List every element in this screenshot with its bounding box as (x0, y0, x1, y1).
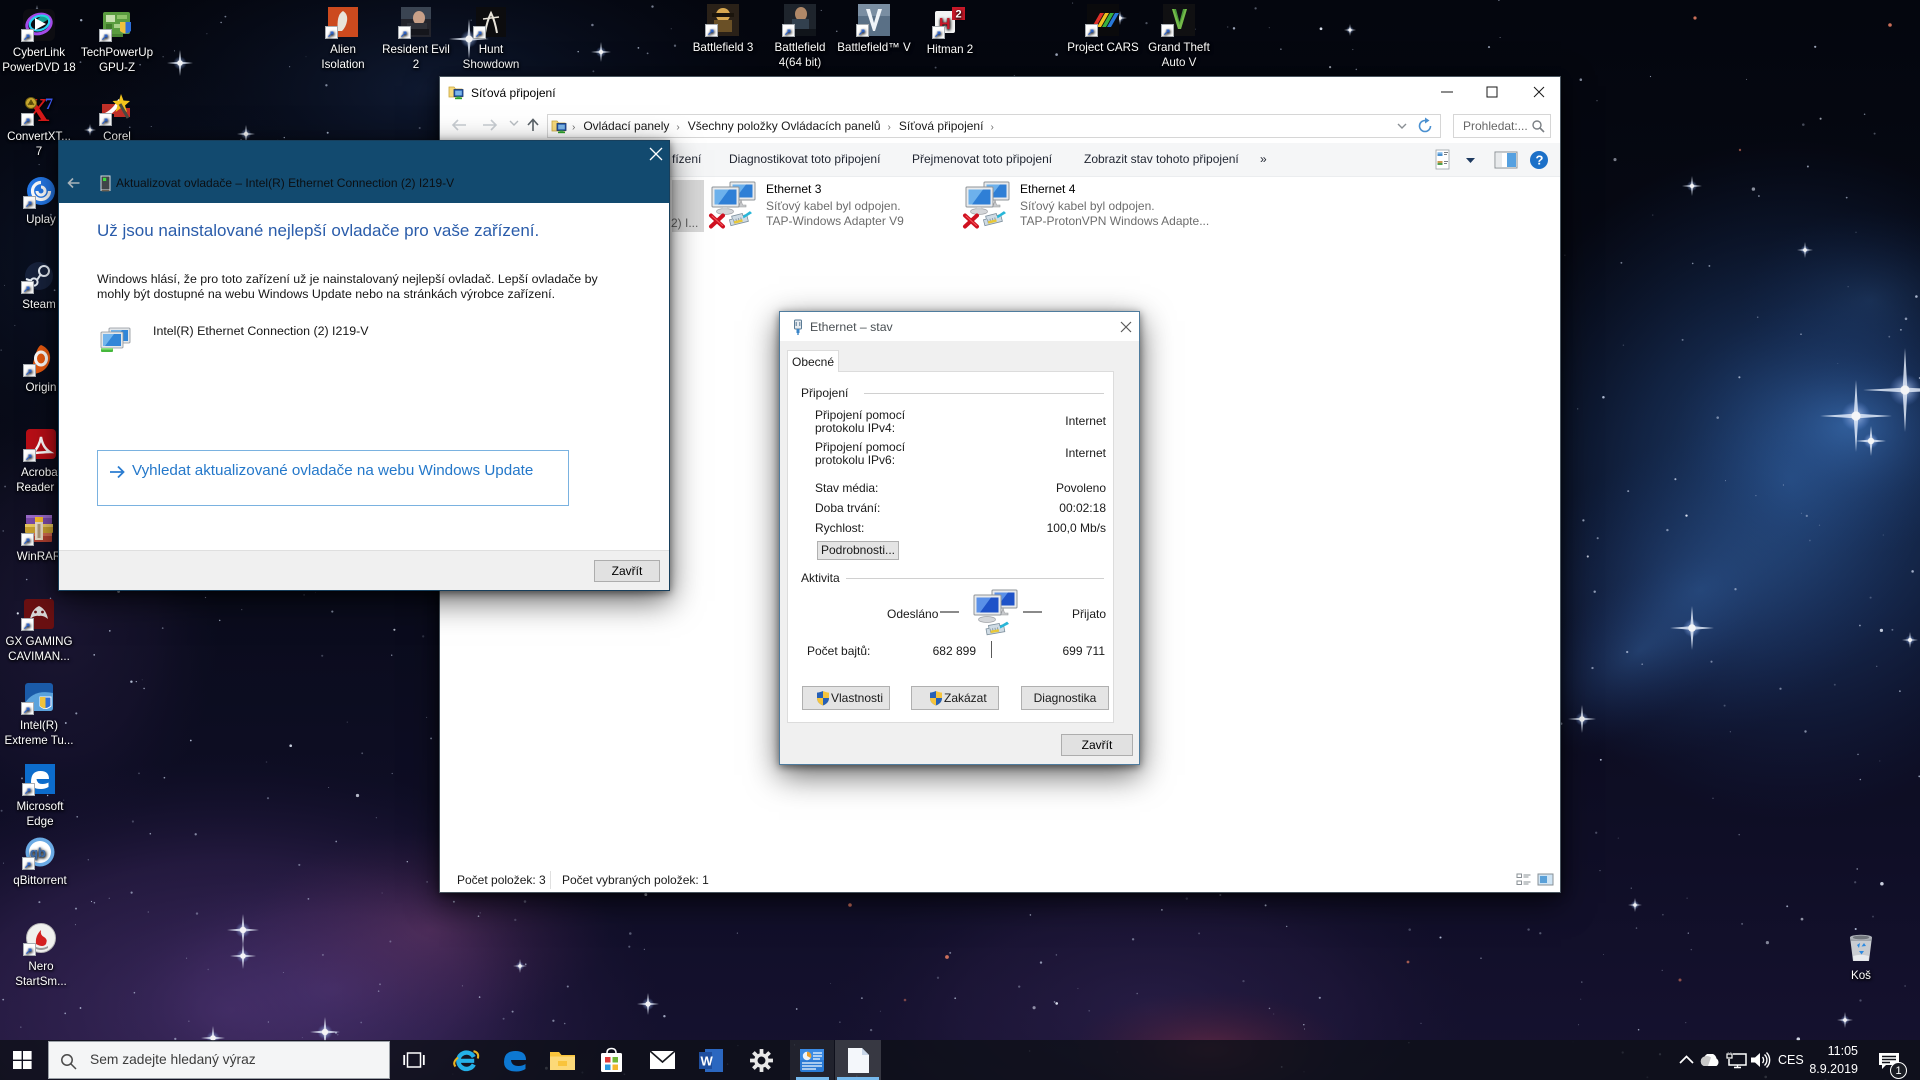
svg-text:?: ? (1536, 153, 1544, 168)
svg-text:2: 2 (956, 9, 962, 21)
svg-text:W: W (701, 1054, 714, 1069)
svg-text:7: 7 (45, 96, 53, 113)
